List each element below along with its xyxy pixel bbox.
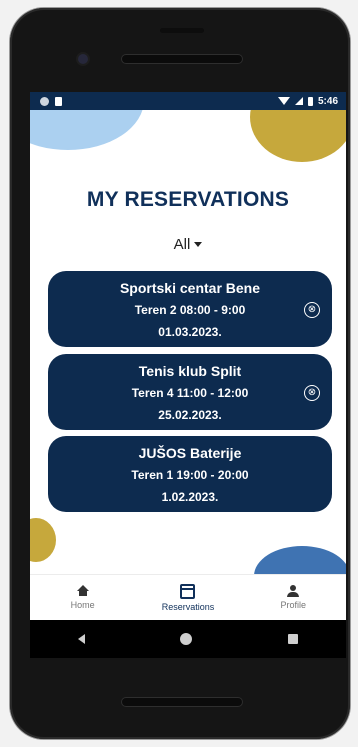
app-screen: 5:46 MY RESERVATIONS All Sportski centar…: [30, 92, 346, 620]
reservation-venue: Tenis klub Split: [138, 363, 242, 379]
battery-icon: [307, 96, 313, 106]
wifi-icon: [277, 97, 290, 105]
home-icon: [76, 585, 89, 597]
decor-blob-gold-small: [30, 518, 56, 562]
status-time: 5:46: [317, 95, 338, 107]
recent-apps-icon[interactable]: [288, 634, 299, 644]
nav-item-reservations[interactable]: Reservations: [143, 583, 233, 612]
notification-dot-icon: [40, 96, 49, 106]
nav-item-home[interactable]: Home: [38, 585, 128, 610]
calendar-icon: [180, 583, 196, 599]
reservation-card[interactable]: Sportski centar Bene Teren 2 08:00 - 9:0…: [48, 271, 332, 347]
page-title: MY RESERVATIONS: [86, 188, 290, 211]
filter-selected-label: All: [173, 236, 191, 253]
reservation-date: 25.02.2023.: [158, 408, 222, 422]
nav-label-profile: Profile: [280, 600, 307, 610]
cancel-reservation-icon[interactable]: ⊗: [304, 385, 320, 401]
nav-label-reservations: Reservations: [161, 601, 215, 612]
reservation-card[interactable]: Tenis klub Split Teren 4 11:00 - 12:00 2…: [48, 354, 332, 430]
reservation-date: 01.03.2023.: [158, 325, 222, 339]
front-camera: [78, 54, 88, 64]
reservation-card[interactable]: JUŠOS Baterije Teren 1 19:00 - 20:00 1.0…: [48, 436, 332, 512]
reservation-date: 1.02.2023.: [161, 490, 219, 504]
back-icon[interactable]: [77, 634, 85, 644]
earpiece-speaker: [122, 55, 242, 63]
reservation-venue: Sportski centar Bene: [119, 280, 261, 296]
system-nav-bar: [30, 620, 346, 658]
caret-down-icon: [194, 242, 203, 247]
nav-label-home: Home: [70, 600, 95, 610]
person-icon: [287, 585, 300, 597]
top-earpiece: [160, 28, 204, 33]
reservation-slot: Teren 2 08:00 - 9:00: [134, 303, 246, 317]
system-home-icon[interactable]: [180, 633, 193, 645]
filter-dropdown[interactable]: All: [30, 236, 346, 253]
signal-icon: [294, 97, 303, 105]
reservation-slot: Teren 1 19:00 - 20:00: [131, 468, 249, 482]
reservation-slot: Teren 4 11:00 - 12:00: [131, 386, 249, 400]
cancel-reservation-icon[interactable]: ⊗: [304, 302, 320, 318]
reservation-venue: JUŠOS Baterije: [138, 445, 242, 461]
sd-card-icon: [55, 96, 62, 106]
bottom-nav: Home Reservations Profile: [30, 574, 346, 620]
nav-item-profile[interactable]: Profile: [248, 585, 338, 610]
bottom-speaker: [122, 698, 242, 706]
status-bar: 5:46: [30, 92, 346, 110]
